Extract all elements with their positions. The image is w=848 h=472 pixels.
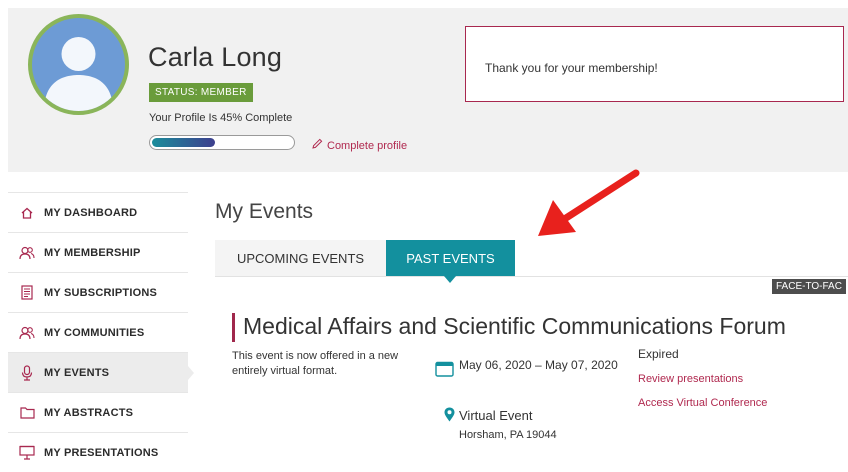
event-description: This event is now offered in a new entir… — [232, 350, 399, 377]
user-silhouette-icon — [44, 37, 113, 111]
membership-message: Thank you for your membership! — [485, 61, 658, 75]
profile-progress-text: Your Profile Is 45% Complete — [149, 112, 293, 124]
sidebar-item-abstracts[interactable]: MY ABSTRACTS — [8, 392, 188, 432]
sidebar-item-label: MY EVENTS — [44, 366, 110, 379]
sidebar-item-subscriptions[interactable]: MY SUBSCRIPTIONS — [8, 272, 188, 312]
users-icon — [19, 245, 35, 261]
sidebar-item-label: MY ABSTRACTS — [44, 406, 134, 419]
users-icon — [19, 325, 35, 341]
status-badge: STATUS: MEMBER — [149, 83, 253, 102]
complete-profile-link[interactable]: Complete profile — [312, 138, 407, 152]
sidebar-item-membership[interactable]: MY MEMBERSHIP — [8, 232, 188, 272]
avatar — [28, 14, 129, 115]
profile-name: Carla Long — [148, 42, 283, 72]
event-title-accent-bar — [232, 313, 235, 342]
location-pin-icon — [444, 407, 455, 422]
profile-progress-fill — [152, 138, 215, 147]
profile-header: Carla Long STATUS: MEMBER Your Profile I… — [8, 8, 848, 172]
event-format-tag: FACE-TO-FAC — [772, 279, 846, 294]
event-title[interactable]: Medical Affairs and Scientific Communica… — [243, 313, 786, 340]
tab-upcoming-events[interactable]: UPCOMING EVENTS — [215, 240, 386, 276]
sidebar-item-label: MY MEMBERSHIP — [44, 246, 141, 259]
calendar-icon — [435, 361, 454, 377]
tab-past-events[interactable]: PAST EVENTS — [386, 240, 515, 283]
sidebar-item-label: MY COMMUNITIES — [44, 326, 145, 339]
presentation-icon — [19, 445, 35, 461]
review-presentations-link[interactable]: Review presentations — [638, 373, 743, 385]
sidebar-item-dashboard[interactable]: MY DASHBOARD — [8, 192, 188, 232]
complete-profile-label: Complete profile — [327, 140, 408, 152]
event-venue: Virtual Event — [459, 408, 533, 423]
access-virtual-conference-link[interactable]: Access Virtual Conference — [638, 397, 767, 409]
sidebar-item-events[interactable]: MY EVENTS — [8, 352, 194, 392]
folder-icon — [19, 405, 35, 421]
event-city: Horsham, PA 19044 — [459, 429, 557, 441]
event-dates: May 06, 2020 – May 07, 2020 — [459, 358, 618, 372]
event-status: Expired — [638, 347, 679, 361]
sidebar-item-label: MY SUBSCRIPTIONS — [44, 286, 158, 299]
page-title: My Events — [215, 200, 314, 223]
home-icon — [19, 205, 35, 221]
pencil-icon — [312, 138, 323, 152]
sidebar-item-communities[interactable]: MY COMMUNITIES — [8, 312, 188, 352]
microphone-icon — [19, 364, 35, 381]
event-tabs: UPCOMING EVENTS PAST EVENTS — [215, 240, 848, 283]
sidebar-item-presentations[interactable]: MY PRESENTATIONS — [8, 432, 188, 472]
profile-progress-bar — [149, 135, 295, 150]
membership-message-box: Thank you for your membership! — [465, 26, 844, 102]
sidebar-nav: MY DASHBOARD MY MEMBERSHIP MY SUBSCRIPTI… — [8, 192, 194, 472]
sidebar-item-label: MY DASHBOARD — [44, 206, 138, 219]
document-icon — [19, 285, 35, 301]
sidebar-item-label: MY PRESENTATIONS — [44, 446, 159, 459]
